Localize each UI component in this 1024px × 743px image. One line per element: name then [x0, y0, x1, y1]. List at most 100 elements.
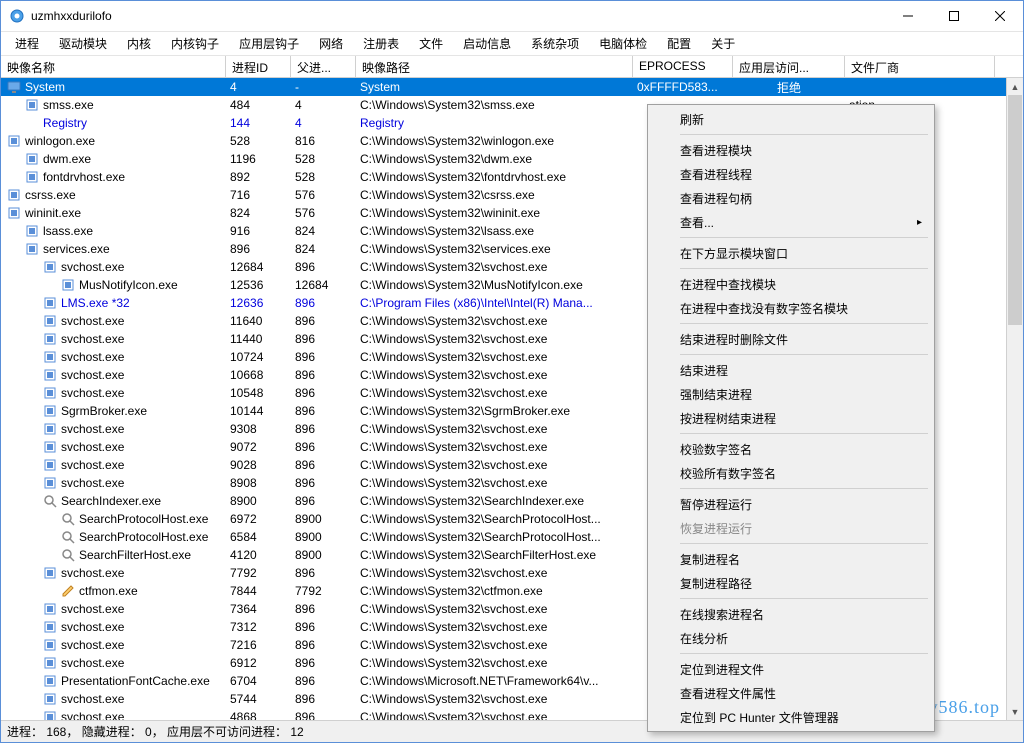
sq-icon [43, 638, 57, 652]
context-item[interactable]: 强制结束进程 [650, 382, 932, 406]
close-button[interactable] [977, 1, 1023, 31]
sq-icon [43, 296, 57, 310]
process-name: SearchProtocolHost.exe [79, 512, 208, 526]
cell-ppid: 896 [291, 368, 356, 382]
context-item[interactable]: 定位到 PC Hunter 文件管理器 [650, 705, 932, 729]
context-separator [680, 237, 928, 238]
context-item[interactable]: 查看进程线程 [650, 162, 932, 186]
context-item[interactable]: 查看进程句柄 [650, 186, 932, 210]
process-name: svchost.exe [61, 422, 124, 436]
cell-path: C:\Windows\System32\svchost.exe [356, 368, 633, 382]
menu-0[interactable]: 进程 [5, 32, 49, 55]
sq-icon [25, 242, 39, 256]
scroll-up-button[interactable]: ▲ [1007, 78, 1023, 95]
menu-6[interactable]: 注册表 [353, 32, 409, 55]
process-name: svchost.exe [61, 566, 124, 580]
context-item[interactable]: 复制进程路径 [650, 571, 932, 595]
context-item[interactable]: 在线搜索进程名 [650, 602, 932, 626]
cell-path: C:\Windows\System32\fontdrvhost.exe [356, 170, 633, 184]
sq-icon [7, 206, 21, 220]
menu-3[interactable]: 内核钩子 [161, 32, 229, 55]
cell-path: C:\Windows\System32\svchost.exe [356, 260, 633, 274]
context-item[interactable]: 暂停进程运行 [650, 492, 932, 516]
menu-12[interactable]: 关于 [701, 32, 745, 55]
cell-name: Registry [1, 116, 226, 130]
cell-name: ctfmon.exe [1, 584, 226, 598]
context-item[interactable]: 查看进程文件属性 [650, 681, 932, 705]
sq-icon [7, 134, 21, 148]
context-item[interactable]: 校验所有数字签名 [650, 461, 932, 485]
cell-pid: 6584 [226, 530, 291, 544]
context-item[interactable]: 在下方显示模块窗口 [650, 241, 932, 265]
cell-name: SgrmBroker.exe [1, 404, 226, 418]
process-name: svchost.exe [61, 476, 124, 490]
context-item[interactable]: 结束进程 [650, 358, 932, 382]
process-name: SearchFilterHost.exe [79, 548, 191, 562]
context-item[interactable]: 在进程中查找模块 [650, 272, 932, 296]
cell-path: C:\Windows\System32\SearchProtocolHost..… [356, 530, 633, 544]
process-name: svchost.exe [61, 260, 124, 274]
header-name[interactable]: 映像名称 [1, 56, 226, 77]
cell-path: Registry [356, 116, 633, 130]
scroll-down-button[interactable]: ▼ [1007, 703, 1023, 720]
table-row[interactable]: System4-System0xFFFFD583...拒绝 [1, 78, 1006, 96]
cell-pid: 144 [226, 116, 291, 130]
menu-2[interactable]: 内核 [117, 32, 161, 55]
menu-5[interactable]: 网络 [309, 32, 353, 55]
context-item[interactable]: 在进程中查找没有数字签名模块 [650, 296, 932, 320]
context-separator [680, 354, 928, 355]
context-item[interactable]: 按进程树结束进程 [650, 406, 932, 430]
scroll-track[interactable] [1007, 95, 1023, 703]
cell-pid: 7312 [226, 620, 291, 634]
menubar: 进程驱动模块内核内核钩子应用层钩子网络注册表文件启动信息系统杂项电脑体检配置关于 [1, 32, 1023, 56]
cell-name: services.exe [1, 242, 226, 256]
menu-1[interactable]: 驱动模块 [49, 32, 117, 55]
sq-icon [25, 170, 39, 184]
cell-pid: 892 [226, 170, 291, 184]
header-pid[interactable]: 进程ID [226, 56, 291, 77]
sq-icon [43, 332, 57, 346]
process-name: dwm.exe [43, 152, 91, 166]
context-menu[interactable]: 刷新查看进程模块查看进程线程查看进程句柄查看...▸ 在下方显示模块窗口在进程中查… [647, 104, 935, 732]
menu-10[interactable]: 电脑体检 [589, 32, 657, 55]
menu-7[interactable]: 文件 [409, 32, 453, 55]
cell-ppid: 528 [291, 170, 356, 184]
context-item[interactable]: 在线分析 [650, 626, 932, 650]
cell-pid: 9028 [226, 458, 291, 472]
context-item[interactable]: 定位到进程文件 [650, 657, 932, 681]
context-item[interactable]: 查看...▸ [650, 210, 932, 234]
minimize-button[interactable] [885, 1, 931, 31]
menu-11[interactable]: 配置 [657, 32, 701, 55]
window-title: uzmhxxdurilofo [31, 9, 885, 23]
cell-ppid: 896 [291, 710, 356, 720]
header-path[interactable]: 映像路径 [356, 56, 633, 77]
maximize-button[interactable] [931, 1, 977, 31]
cell-ppid: 12684 [291, 278, 356, 292]
scroll-thumb[interactable] [1008, 95, 1022, 325]
menu-8[interactable]: 启动信息 [453, 32, 521, 55]
cell-path: System [356, 80, 633, 94]
cell-path: C:\Windows\System32\svchost.exe [356, 314, 633, 328]
cell-path: C:\Windows\System32\winlogon.exe [356, 134, 633, 148]
header-vendor[interactable]: 文件厂商 [845, 56, 995, 77]
sq-icon [43, 620, 57, 634]
cell-name: svchost.exe [1, 656, 226, 670]
menu-4[interactable]: 应用层钩子 [229, 32, 309, 55]
context-item[interactable]: 校验数字签名 [650, 437, 932, 461]
header-access[interactable]: 应用层访问... [733, 56, 845, 77]
process-name: SgrmBroker.exe [61, 404, 147, 418]
header-ppid[interactable]: 父进... [291, 56, 356, 77]
context-item[interactable]: 结束进程时删除文件 [650, 327, 932, 351]
cell-ppid: 896 [291, 458, 356, 472]
context-item[interactable]: 查看进程模块 [650, 138, 932, 162]
context-item[interactable]: 刷新 [650, 107, 932, 131]
vertical-scrollbar[interactable]: ▲ ▼ [1006, 78, 1023, 720]
context-item[interactable]: 复制进程名 [650, 547, 932, 571]
menu-9[interactable]: 系统杂项 [521, 32, 589, 55]
process-name: svchost.exe [61, 602, 124, 616]
header-eprocess[interactable]: EPROCESS [633, 56, 733, 77]
cell-path: C:\Windows\System32\svchost.exe [356, 602, 633, 616]
process-name: svchost.exe [61, 368, 124, 382]
cell-pid: 528 [226, 134, 291, 148]
cell-path: C:\Windows\System32\smss.exe [356, 98, 633, 112]
